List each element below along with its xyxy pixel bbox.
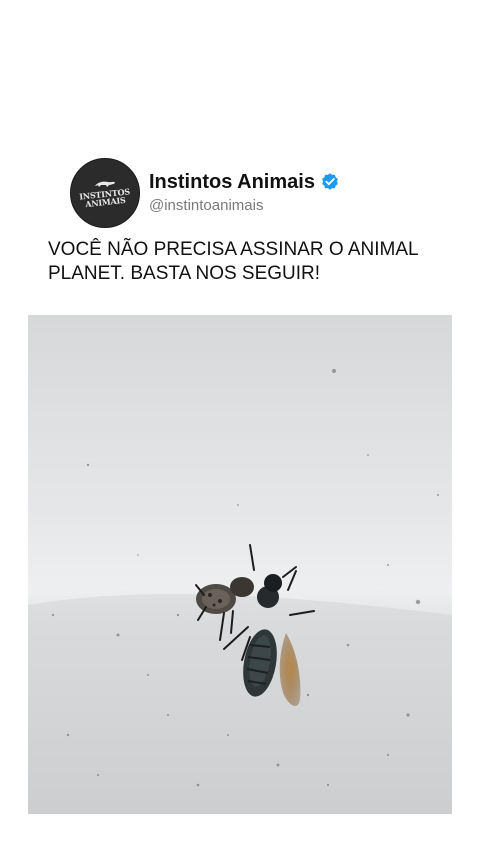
- spider-with-fly-photo-icon: [28, 315, 452, 814]
- panther-logo-icon: [95, 181, 115, 187]
- post-media-photo[interactable]: [28, 315, 452, 814]
- post-text: VOCÊ NÃO PRECISA ASSINAR O ANIMAL PLANET…: [48, 239, 418, 284]
- verified-badge-icon: [322, 173, 338, 190]
- author-display-name[interactable]: Instintos Animais: [149, 170, 315, 194]
- author-identity: Instintos Animais @instintoanimais: [149, 170, 340, 216]
- avatar[interactable]: INSTINTOS ANIMAIS: [70, 158, 140, 228]
- author-name-row: Instintos Animais: [149, 170, 340, 194]
- author-handle[interactable]: @instintoanimais: [149, 196, 340, 216]
- post-screenshot: INSTINTOS ANIMAIS Instintos Animais @ins…: [0, 0, 480, 854]
- avatar-logo-text: INSTINTOS ANIMAIS: [78, 186, 131, 210]
- post-header: INSTINTOS ANIMAIS Instintos Animais @ins…: [70, 158, 340, 228]
